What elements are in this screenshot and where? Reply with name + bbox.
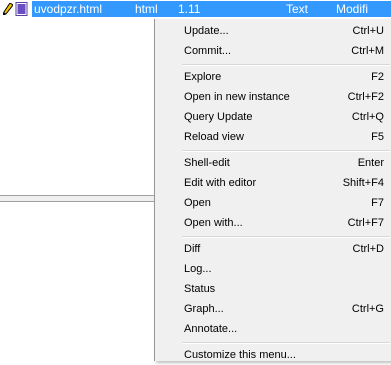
menu-item-reload-view[interactable]: Reload view F5 — [156, 127, 390, 147]
menu-item-label: Query Update — [184, 111, 253, 123]
menu-item-open[interactable]: Open F7 — [156, 193, 390, 213]
menu-item-label: Annotate... — [184, 323, 238, 335]
menu-item-diff[interactable]: Diff Ctrl+D — [156, 239, 390, 259]
menu-item-label: Edit with editor — [184, 177, 257, 189]
context-menu: Update... Ctrl+U Commit... Ctrl+M Explor… — [154, 19, 391, 361]
menu-item-label: Open with... — [184, 217, 243, 229]
menu-item-commit[interactable]: Commit... Ctrl+M — [156, 41, 390, 61]
file-name: uvodpzr.html — [34, 2, 103, 16]
menu-item-shell-edit[interactable]: Shell-edit Enter — [156, 153, 390, 173]
menu-item-open-with[interactable]: Open with... Ctrl+F7 — [156, 213, 390, 233]
menu-item-explore[interactable]: Explore F2 — [156, 67, 390, 87]
menu-item-label: Commit... — [184, 45, 232, 57]
menu-item-label: Reload view — [184, 131, 244, 143]
menu-item-label: Diff — [184, 243, 201, 255]
file-type: html — [135, 2, 158, 16]
file-modified: Modifi — [336, 2, 369, 16]
menu-item-label: Open in new instance — [184, 91, 290, 103]
menu-item-customize-menu[interactable]: Customize this menu... — [156, 345, 390, 365]
menu-item-shortcut: Ctrl+F7 — [347, 217, 384, 229]
html-file-icon — [15, 2, 28, 16]
menu-separator — [182, 64, 390, 66]
menu-item-label: Status — [184, 283, 216, 295]
menu-item-status[interactable]: Status — [156, 279, 390, 299]
menu-item-label: Customize this menu... — [184, 349, 296, 361]
menu-item-shortcut: Shift+F4 — [342, 177, 384, 189]
menu-item-shortcut: F7 — [371, 197, 384, 209]
menu-item-shortcut: Enter — [357, 157, 384, 169]
menu-item-label: Open — [184, 197, 211, 209]
menu-item-shortcut: Ctrl+Q — [351, 111, 384, 123]
menu-item-label: Graph... — [184, 303, 224, 315]
menu-item-graph[interactable]: Graph... Ctrl+G — [156, 299, 390, 319]
menu-item-shortcut: F5 — [371, 131, 384, 143]
file-status: Text — [286, 2, 309, 16]
menu-item-label: Log... — [184, 263, 212, 275]
menu-item-edit-with-editor[interactable]: Edit with editor Shift+F4 — [156, 173, 390, 193]
pencil-icon — [3, 3, 13, 15]
menu-item-shortcut: Ctrl+F2 — [347, 91, 384, 103]
file-row[interactable]: uvodpzr.html html 1.11 Text Modifi — [0, 0, 391, 18]
menu-item-shortcut: Ctrl+M — [351, 45, 384, 57]
menu-item-shortcut: F2 — [371, 71, 384, 83]
menu-separator — [182, 150, 390, 152]
file-revision: 1.11 — [178, 2, 201, 16]
menu-item-label: Shell-edit — [184, 157, 230, 169]
menu-separator — [182, 342, 390, 344]
menu-item-shortcut: Ctrl+G — [351, 303, 384, 315]
menu-item-annotate[interactable]: Annotate... — [156, 319, 390, 339]
menu-separator — [182, 236, 390, 238]
menu-item-open-new-instance[interactable]: Open in new instance Ctrl+F2 — [156, 87, 390, 107]
menu-item-update[interactable]: Update... Ctrl+U — [156, 21, 390, 41]
menu-item-label: Explore — [184, 71, 222, 83]
menu-item-query-update[interactable]: Query Update Ctrl+Q — [156, 107, 390, 127]
menu-item-label: Update... — [184, 25, 229, 37]
menu-item-shortcut: Ctrl+D — [352, 243, 384, 255]
pane-splitter[interactable] — [0, 195, 156, 202]
menu-item-log[interactable]: Log... — [156, 259, 390, 279]
menu-item-shortcut: Ctrl+U — [352, 25, 384, 37]
